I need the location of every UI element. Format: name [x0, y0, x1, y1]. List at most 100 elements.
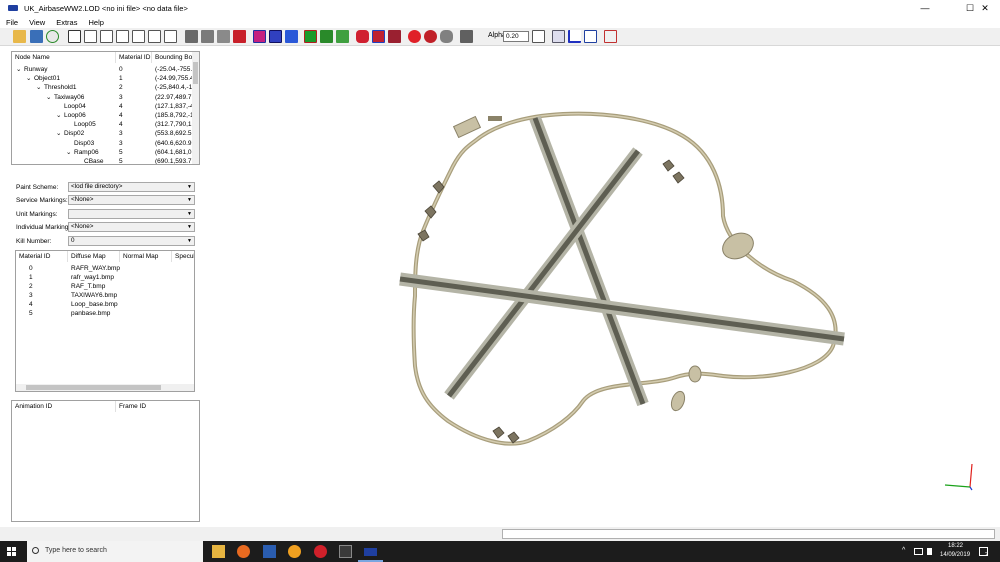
material-id-cell[interactable]: 3: [29, 291, 33, 300]
dropdown-arrow-icon[interactable]: ▼: [187, 237, 192, 245]
alpha-cube-icon[interactable]: [532, 30, 545, 43]
tree-node-name[interactable]: Loop04: [64, 102, 86, 111]
wire-blue-icon[interactable]: [269, 30, 282, 43]
opera-icon[interactable]: [314, 545, 327, 558]
file-explorer-icon[interactable]: [212, 545, 225, 558]
header-specular[interactable]: Specula: [172, 251, 194, 262]
header-normal-map[interactable]: Normal Map: [120, 251, 172, 262]
paint-scheme-combo[interactable]: <lod file directory> ▼: [68, 182, 195, 192]
close-button[interactable]: ✕: [970, 0, 1000, 16]
windows-start-icon[interactable]: [7, 547, 16, 556]
unit-markings-combo[interactable]: ▼: [68, 209, 195, 219]
header-mat-id[interactable]: Material ID: [16, 251, 68, 262]
dropdown-arrow-icon[interactable]: ▼: [187, 196, 192, 204]
texture-icon[interactable]: [46, 30, 59, 43]
tree-vscrollbar[interactable]: [192, 52, 199, 164]
speaker-icon[interactable]: [927, 548, 932, 555]
dropdown-arrow-icon[interactable]: ▼: [187, 223, 192, 231]
diffuse-map-cell[interactable]: Loop_base.bmp: [71, 300, 118, 309]
material-id-cell[interactable]: 0: [29, 264, 33, 273]
menu-view[interactable]: View: [23, 18, 50, 27]
shade-flat-icon[interactable]: [201, 30, 214, 43]
taskbar-search[interactable]: Type here to search: [27, 541, 203, 562]
tree-node-name[interactable]: Object01: [34, 74, 60, 83]
dropdown-arrow-icon[interactable]: ▼: [187, 183, 192, 191]
tree-node-name[interactable]: Ramp06: [74, 148, 99, 157]
diffuse-map-cell[interactable]: RAFR_WAY.bmp: [71, 264, 120, 273]
individual-markings-combo[interactable]: <None> ▼: [68, 222, 195, 232]
tree-node-name[interactable]: CBase: [84, 157, 104, 164]
view-back-icon[interactable]: [100, 30, 113, 43]
tree-expander-icon[interactable]: ⌄: [56, 129, 61, 138]
tree-node-name[interactable]: Disp03: [74, 139, 94, 148]
material-id-cell[interactable]: 5: [29, 309, 33, 318]
shade-smooth-icon[interactable]: [217, 30, 230, 43]
green-solid-icon[interactable]: [336, 30, 349, 43]
tree-node-name[interactable]: Loop06: [64, 111, 86, 120]
header-node-name[interactable]: Node Name: [12, 52, 116, 63]
app-orange-icon[interactable]: [288, 545, 301, 558]
view-front-icon[interactable]: [84, 30, 97, 43]
open-folder-icon[interactable]: [13, 30, 26, 43]
clock-time[interactable]: 18:22: [948, 543, 963, 549]
tree-expander-icon[interactable]: ⌄: [26, 74, 31, 83]
shade-red-icon[interactable]: [233, 30, 246, 43]
materials-table[interactable]: Material ID Diffuse Map Normal Map Specu…: [15, 250, 195, 392]
node-tree[interactable]: Node Name Material ID Bounding Bo ⌄ Runwa…: [11, 51, 200, 165]
tree-node-name[interactable]: Disp02: [64, 129, 84, 138]
minimize-button[interactable]: —: [910, 0, 940, 16]
box-gray-icon[interactable]: [460, 30, 473, 43]
green-box-icon[interactable]: [320, 30, 333, 43]
axes-icon[interactable]: [568, 30, 581, 43]
network-icon[interactable]: [914, 548, 923, 555]
tree-node-name[interactable]: Taxiway06: [54, 93, 84, 102]
view-right-icon[interactable]: [132, 30, 145, 43]
material-id-cell[interactable]: 4: [29, 300, 33, 309]
animation-table[interactable]: Animation ID Frame ID: [11, 400, 200, 522]
tools-icon[interactable]: [604, 30, 617, 43]
view-top-icon[interactable]: [148, 30, 161, 43]
tree-expander-icon[interactable]: ⌄: [46, 93, 51, 102]
wire-cube-icon[interactable]: [285, 30, 298, 43]
red-ball-icon[interactable]: [408, 30, 421, 43]
diffuse-map-cell[interactable]: panbase.bmp: [71, 309, 110, 318]
tree-node-name[interactable]: Threshold1: [44, 83, 77, 92]
red-blue-icon[interactable]: [372, 30, 385, 43]
view-bottom-icon[interactable]: [164, 30, 177, 43]
7zip-icon[interactable]: [339, 545, 352, 558]
dropdown-arrow-icon[interactable]: ▼: [187, 210, 192, 218]
red-blob-icon[interactable]: [356, 30, 369, 43]
3d-viewport[interactable]: [203, 46, 1000, 527]
tree-node-name[interactable]: Runway: [24, 65, 47, 74]
alpha-input[interactable]: 0.20: [503, 31, 529, 42]
materials-hscrollbar[interactable]: [16, 384, 194, 391]
service-markings-combo[interactable]: <None> ▼: [68, 195, 195, 205]
header-bounding-box[interactable]: Bounding Bo: [152, 52, 194, 63]
tree-expander-icon[interactable]: ⌄: [36, 83, 41, 92]
green-cube-icon[interactable]: [304, 30, 317, 43]
menu-extras[interactable]: Extras: [50, 18, 82, 27]
word-icon[interactable]: [263, 545, 276, 558]
menu-file[interactable]: File: [0, 18, 23, 27]
view-left-icon[interactable]: [116, 30, 129, 43]
firefox-icon[interactable]: [237, 545, 250, 558]
red-cube-icon[interactable]: [388, 30, 401, 43]
save-icon[interactable]: [30, 30, 43, 43]
header-material-id[interactable]: Material ID: [116, 52, 152, 63]
material-id-cell[interactable]: 2: [29, 282, 33, 291]
material-id-cell[interactable]: 1: [29, 273, 33, 282]
kill-number-combo[interactable]: 0 ▼: [68, 236, 195, 246]
header-diffuse-map[interactable]: Diffuse Map: [68, 251, 120, 262]
tree-node-name[interactable]: Loop05: [74, 120, 96, 129]
zoom-icon[interactable]: [68, 30, 81, 43]
tree-expander-icon[interactable]: ⌄: [16, 65, 21, 74]
tray-chevron-icon[interactable]: ^: [902, 547, 905, 554]
bug-icon[interactable]: [424, 30, 437, 43]
diffuse-map-cell[interactable]: rafr_way1.bmp: [71, 273, 114, 282]
lamp-icon[interactable]: [440, 30, 453, 43]
shade-solid-icon[interactable]: [185, 30, 198, 43]
menu-help[interactable]: Help: [82, 18, 108, 27]
tree-expander-icon[interactable]: ⌄: [56, 111, 61, 120]
wire-magenta-icon[interactable]: [253, 30, 266, 43]
diffuse-map-cell[interactable]: TAXIWAY6.bmp: [71, 291, 117, 300]
